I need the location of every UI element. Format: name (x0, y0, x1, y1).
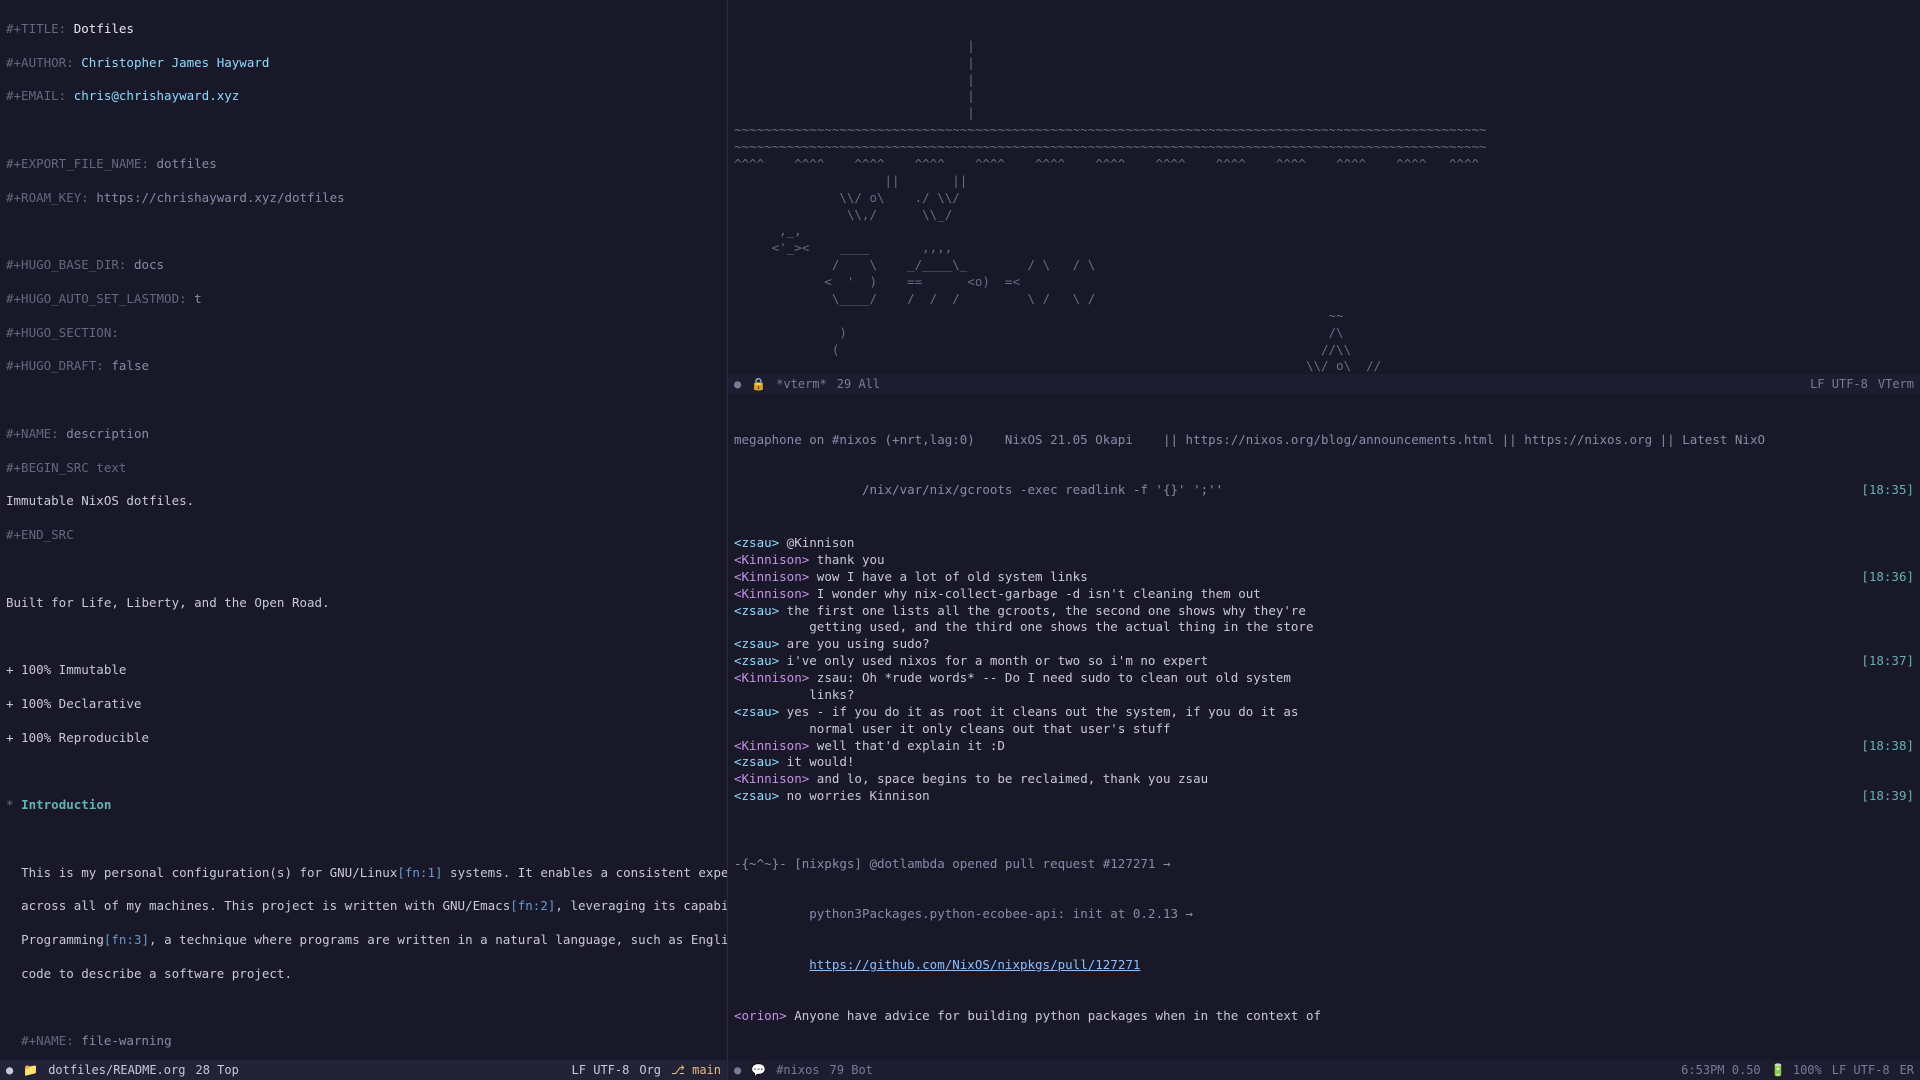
irc-message: <zsau> @Kinnison (734, 535, 1914, 552)
buffer-name: *vterm* (776, 376, 827, 392)
irc-message: <zsau> no worries Kinnison[18:39] (734, 788, 1914, 805)
chat-icon: 💬 (751, 1062, 766, 1078)
irc-message: <Kinnison> and lo, space begins to be re… (734, 771, 1914, 788)
irc-message: links? (734, 687, 1914, 704)
irc-pane[interactable]: megaphone on #nixos (+nrt,lag:0) NixOS 2… (728, 394, 1920, 1080)
buffer-name: #nixos (776, 1062, 819, 1078)
modeline-left: ● 📁 dotfiles/README.org 28 Top LF UTF-8 … (0, 1060, 727, 1080)
irc-message: <zsau> i've only used nixos for a month … (734, 653, 1914, 670)
terminal-pane[interactable]: | | | | | ~~~~~~~~~~~~~~~~~~~~~~~~~~~~~~… (728, 0, 1920, 394)
modeline-irc: ● 💬 #nixos 79 Bot 6:53PM 0.50 🔋 100% LF … (728, 1060, 1920, 1080)
battery-icon: 🔋 (1771, 1063, 1786, 1077)
buffer-name: dotfiles/README.org (48, 1062, 185, 1078)
irc-message: <zsau> it would! (734, 754, 1914, 771)
editor-pane-left[interactable]: #+TITLE: Dotfiles #+AUTHOR: Christopher … (0, 0, 728, 1080)
org-title: Dotfiles (74, 21, 134, 36)
irc-topic: megaphone on #nixos (+nrt,lag:0) NixOS 2… (734, 432, 1914, 449)
irc-message: <Kinnison> zsau: Oh *rude words* -- Do I… (734, 670, 1914, 687)
git-branch-icon: ⎇ (671, 1063, 685, 1077)
irc-message: <zsau> the first one lists all the gcroo… (734, 603, 1914, 620)
folder-icon: 📁 (23, 1062, 38, 1078)
irc-message: <Kinnison> wow I have a lot of old syste… (734, 569, 1914, 586)
irc-message: <Kinnison> thank you (734, 552, 1914, 569)
irc-message: <zsau> yes - if you do it as root it cle… (734, 704, 1914, 721)
save-icon: ● (6, 1062, 13, 1078)
irc-message: <Kinnison> well that'd explain it :D[18:… (734, 738, 1914, 755)
irc-message: <Kinnison> I wonder why nix-collect-garb… (734, 586, 1914, 603)
irc-message: getting used, and the third one shows th… (734, 619, 1914, 636)
irc-message: <zsau> are you using sudo? (734, 636, 1914, 653)
heading-introduction: Introduction (21, 797, 111, 812)
irc-message: normal user it only cleans out that user… (734, 721, 1914, 738)
ascii-art: | | | | | ~~~~~~~~~~~~~~~~~~~~~~~~~~~~~~… (734, 38, 1914, 394)
modeline-vterm: ● 🔒 *vterm* 29 All LF UTF-8 VTerm (728, 374, 1920, 394)
lock-icon: 🔒 (751, 376, 766, 392)
link-pr-127271[interactable]: https://github.com/NixOS/nixpkgs/pull/12… (809, 957, 1140, 972)
